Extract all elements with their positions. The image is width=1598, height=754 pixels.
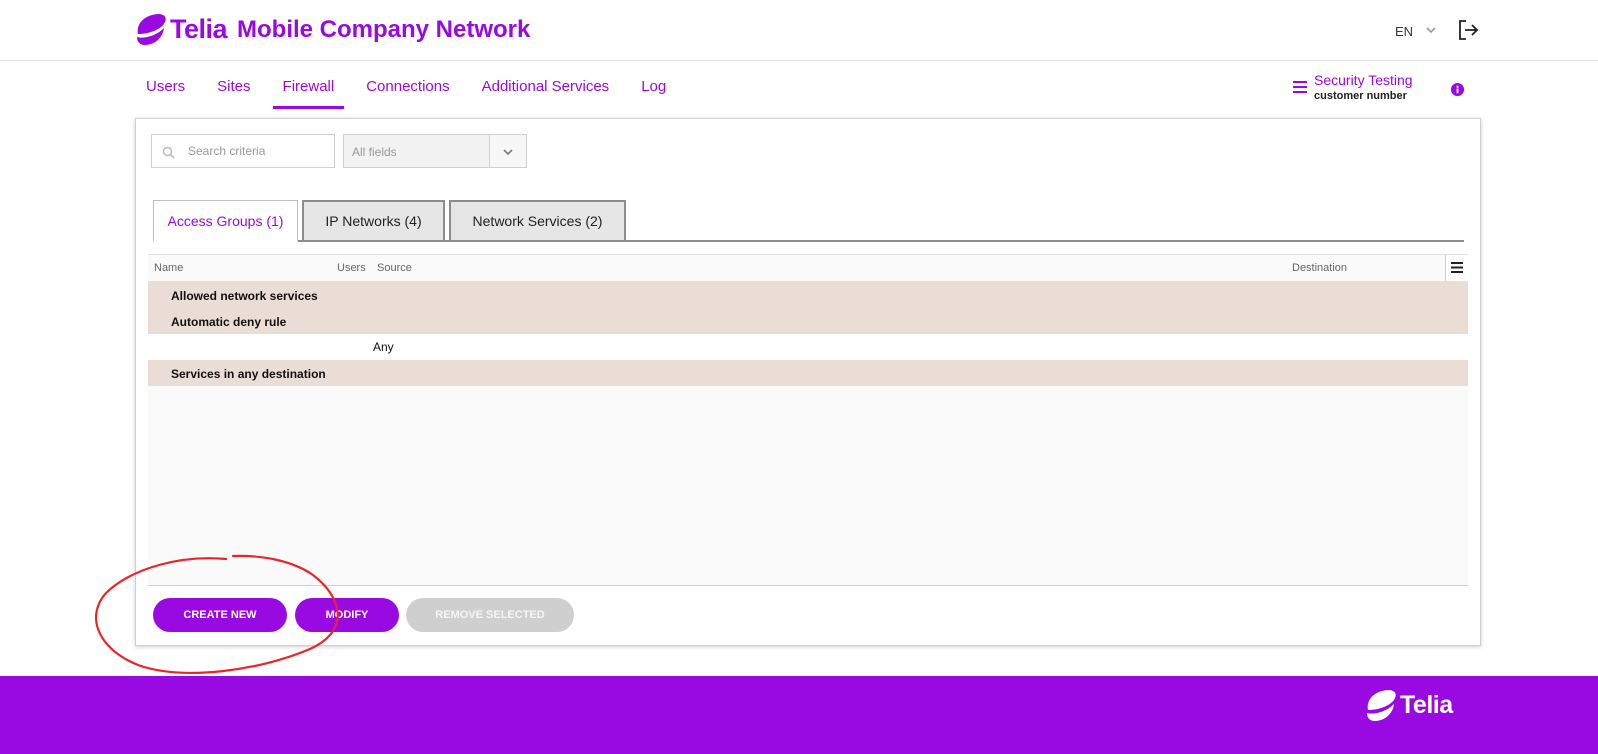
menu-icon xyxy=(1293,81,1307,93)
nav-item-connections[interactable]: Connections xyxy=(356,66,459,109)
group-label: Allowed network services xyxy=(171,289,318,303)
table-row[interactable]: Any xyxy=(148,334,1468,360)
logout-icon[interactable] xyxy=(1456,18,1480,42)
column-header-destination[interactable]: Destination xyxy=(1292,262,1347,274)
search-icon xyxy=(162,146,175,159)
telia-pebble-icon xyxy=(1367,690,1396,721)
column-header-source[interactable]: Source xyxy=(377,262,412,274)
chevron-down-icon xyxy=(503,149,513,156)
column-header-name[interactable]: Name xyxy=(154,262,183,274)
telia-pebble-icon xyxy=(137,14,166,45)
company-name: Security Testing xyxy=(1314,72,1413,88)
source-cell: Any xyxy=(373,340,394,354)
logo-text: Telia xyxy=(170,13,228,44)
telia-logo[interactable]: Telia xyxy=(134,12,228,46)
access-groups-table: Name Users Source Destination Allowed ne… xyxy=(148,254,1468,586)
group-label: Services in any destination xyxy=(171,367,326,381)
remove-selected-button[interactable]: REMOVE SELECTED xyxy=(406,598,574,632)
tab-access-groups[interactable]: Access Groups (1) xyxy=(153,200,298,242)
column-menu-icon xyxy=(1451,262,1463,273)
app-footer: Telia xyxy=(0,676,1598,754)
info-icon[interactable] xyxy=(1450,82,1465,97)
main-nav: Users Sites Firewall Connections Additio… xyxy=(136,66,688,109)
app-header: Telia Mobile Company Network EN xyxy=(0,0,1598,61)
nav-item-users[interactable]: Users xyxy=(136,66,195,109)
table-group-row[interactable]: Services in any destination xyxy=(148,360,1468,386)
field-select-value: All fields xyxy=(352,145,397,159)
table-group-row[interactable]: Allowed network services xyxy=(148,282,1468,308)
customer-number-label: customer number xyxy=(1314,90,1407,102)
nav-item-log[interactable]: Log xyxy=(631,66,676,109)
field-select[interactable]: All fields xyxy=(343,134,527,168)
footer-telia-logo[interactable]: Telia xyxy=(1364,688,1453,722)
table-group-row[interactable]: Automatic deny rule xyxy=(148,308,1468,334)
field-select-toggle[interactable] xyxy=(489,135,526,167)
column-menu-button[interactable] xyxy=(1445,255,1468,281)
table-header: Name Users Source Destination xyxy=(148,255,1468,282)
tab-network-services[interactable]: Network Services (2) xyxy=(449,200,626,240)
nav-item-firewall[interactable]: Firewall xyxy=(272,66,345,109)
search-field[interactable] xyxy=(151,134,335,168)
group-label: Automatic deny rule xyxy=(171,315,287,329)
search-input[interactable] xyxy=(188,135,328,167)
footer-logo-text: Telia xyxy=(1400,690,1453,719)
create-new-button[interactable]: CREATE NEW xyxy=(153,598,287,632)
chevron-down-icon[interactable] xyxy=(1424,23,1438,37)
modify-button[interactable]: MODIFY xyxy=(295,598,399,632)
tab-ip-networks[interactable]: IP Networks (4) xyxy=(302,200,445,240)
column-header-users[interactable]: Users xyxy=(337,262,366,274)
firewall-panel: All fields Access Groups (1) IP Networks… xyxy=(135,118,1481,646)
nav-item-additional-services[interactable]: Additional Services xyxy=(472,66,620,109)
tab-bar: Access Groups (1) IP Networks (4) Networ… xyxy=(153,200,1464,242)
language-selector[interactable]: EN xyxy=(1395,24,1413,39)
app-title: Mobile Company Network xyxy=(237,16,531,43)
nav-item-sites[interactable]: Sites xyxy=(207,66,260,109)
